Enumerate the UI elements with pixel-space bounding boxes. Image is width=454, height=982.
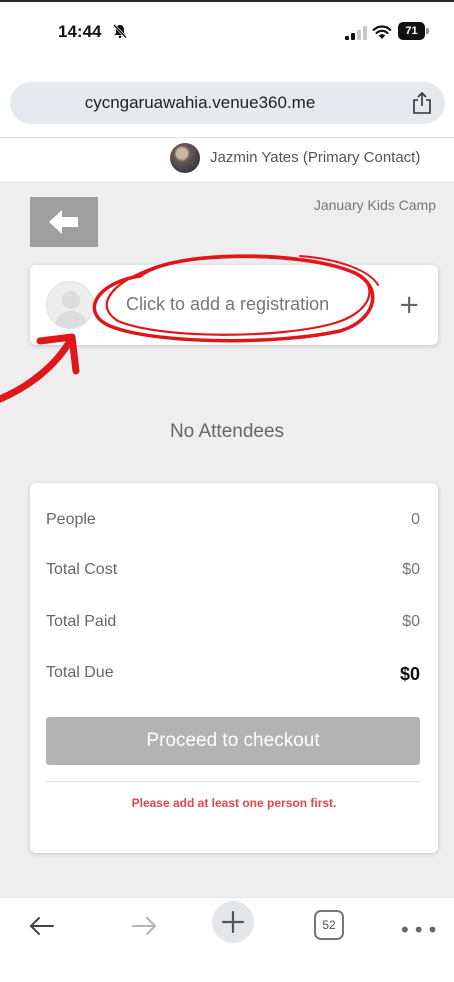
- proceed-to-checkout-button[interactable]: Proceed to checkout: [46, 717, 420, 765]
- more-options-icon[interactable]: •••: [399, 920, 440, 940]
- contact-strip: Jazmin Yates (Primary Contact): [0, 139, 454, 181]
- no-attendees-text: No Attendees: [169, 421, 285, 442]
- contact-name[interactable]: Jazmin Yates (Primary Contact): [210, 149, 420, 166]
- summary-card: People 0 Total Cost $0 Total Paid $0 Tot…: [30, 483, 438, 853]
- add-registration-label[interactable]: Click to add a registration: [126, 294, 329, 315]
- summary-row-total-paid: Total Paid $0: [46, 613, 420, 637]
- main-content: January Kids Camp Click to add a registr…: [0, 181, 454, 897]
- contact-avatar: [170, 143, 200, 173]
- url-text[interactable]: cycngaruawahia.venue360.me: [10, 82, 390, 124]
- status-time: 14:44: [58, 22, 102, 41]
- browser-toolbar: 52 •••: [0, 897, 454, 982]
- event-title: January Kids Camp: [313, 197, 436, 213]
- summary-row-people: People 0: [46, 511, 420, 535]
- screen: 14:44 71 cycngaruawahia.venue360.me Jazm…: [0, 0, 454, 982]
- summary-value: $0: [402, 561, 420, 578]
- plus-icon[interactable]: +: [398, 292, 420, 318]
- divider: [46, 781, 420, 782]
- browser-forward-icon[interactable]: [130, 912, 158, 940]
- battery-icon: 71: [398, 22, 430, 40]
- back-button[interactable]: [30, 197, 98, 247]
- wifi-icon: [372, 25, 392, 39]
- person-placeholder-icon: [46, 281, 94, 329]
- battery-tip: [426, 28, 429, 34]
- summary-row-total-cost: Total Cost $0: [46, 561, 420, 585]
- summary-label: People: [46, 511, 96, 528]
- share-icon[interactable]: [411, 91, 433, 115]
- warning-message: Please add at least one person first.: [131, 796, 337, 810]
- cellular-signal-icon: [345, 26, 367, 40]
- battery-level: 71: [398, 22, 425, 40]
- summary-label: Total Cost: [46, 561, 118, 578]
- red-arrow-annotation: [0, 333, 80, 403]
- summary-value: 0: [411, 511, 420, 528]
- arrow-left-icon: [49, 210, 78, 234]
- address-bar[interactable]: cycngaruawahia.venue360.me: [10, 82, 445, 124]
- bell-slash-icon: [113, 24, 127, 39]
- summary-value: $0: [399, 664, 420, 684]
- summary-row-total-due: Total Due $0: [46, 664, 420, 688]
- new-tab-button[interactable]: [212, 901, 254, 943]
- summary-label: Total Due: [46, 664, 114, 681]
- plus-icon: [221, 910, 245, 934]
- status-bar: 14:44 71: [0, 0, 454, 62]
- browser-address-area: cycngaruawahia.venue360.me: [0, 62, 454, 138]
- summary-value: $0: [402, 613, 420, 630]
- summary-label: Total Paid: [46, 613, 117, 630]
- browser-back-icon[interactable]: [28, 912, 56, 940]
- add-registration-card[interactable]: Click to add a registration +: [30, 265, 438, 345]
- tabs-button[interactable]: 52: [314, 910, 344, 940]
